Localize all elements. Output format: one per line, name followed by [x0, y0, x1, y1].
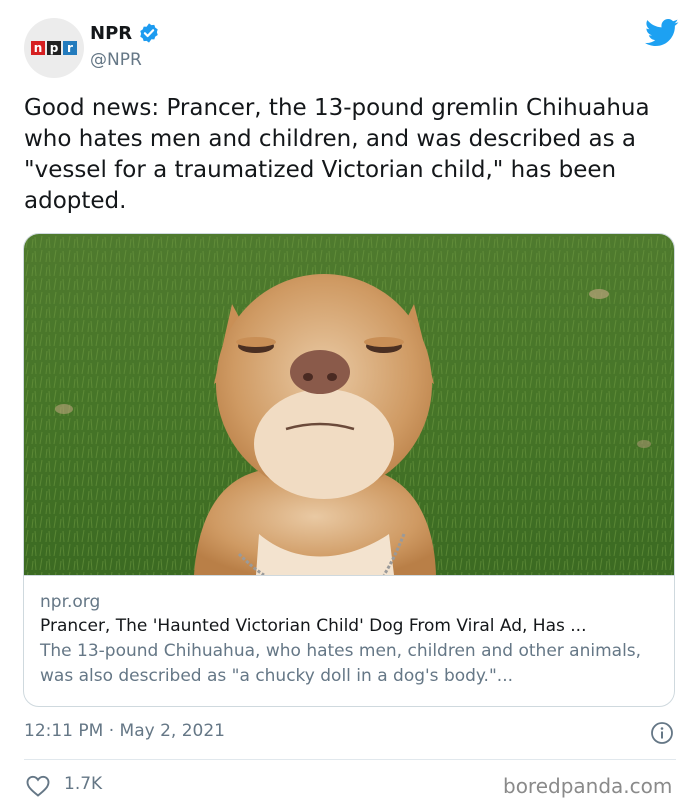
tweet-timestamp[interactable]: 12:11 PM · May 2, 2021 [24, 721, 225, 741]
link-card-description: The 13-pound Chihuahua, who hates men, c… [40, 641, 642, 686]
handle[interactable]: @NPR [90, 50, 142, 70]
logo-letter-p: p [47, 41, 61, 55]
link-card-image [24, 234, 674, 575]
tweet-text: Good news: Prancer, the 13-pound gremlin… [24, 95, 650, 214]
link-card-meta: npr.org Prancer, The 'Haunted Victorian … [24, 575, 674, 706]
like-count: 1.7K [64, 774, 103, 794]
link-card-title: Prancer, The 'Haunted Victorian Child' D… [40, 616, 587, 636]
link-card[interactable]: npr.org Prancer, The 'Haunted Victorian … [23, 233, 675, 707]
avatar[interactable]: n p r [24, 18, 84, 78]
watermark: boredpanda.com [503, 774, 673, 798]
heart-icon[interactable] [26, 775, 50, 797]
npr-logo-icon: n p r [31, 41, 77, 55]
logo-letter-r: r [63, 41, 77, 55]
info-icon[interactable] [650, 721, 674, 745]
display-name[interactable]: NPR [90, 23, 132, 44]
author-name-row: NPR [90, 22, 160, 44]
verified-badge-icon [138, 22, 160, 44]
twitter-bird-icon[interactable] [645, 18, 679, 48]
divider [24, 759, 676, 760]
link-card-domain: npr.org [40, 592, 101, 612]
logo-letter-n: n [31, 41, 45, 55]
